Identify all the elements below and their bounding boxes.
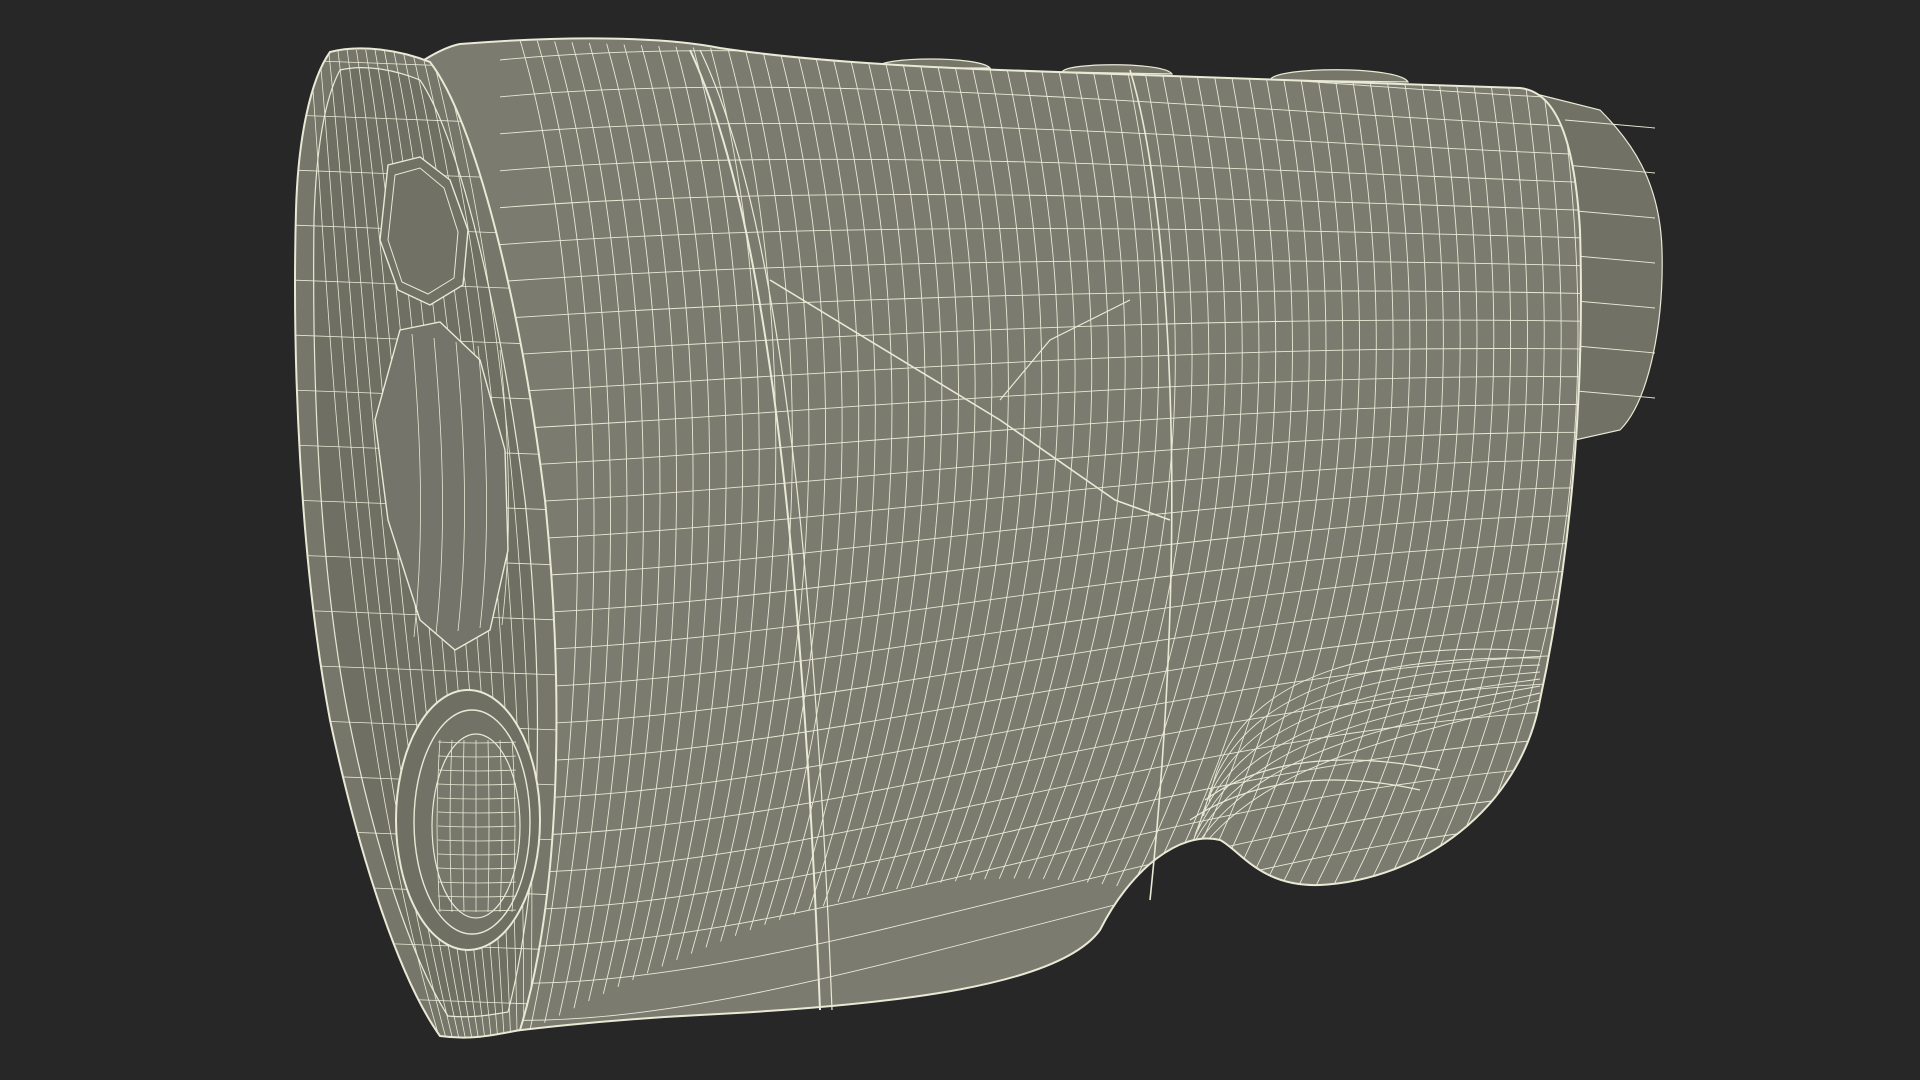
- wireframe-scene: [290, 37, 1663, 1060]
- mesh-edge: [290, 1050, 560, 1060]
- render-viewport: [0, 0, 1920, 1080]
- objective-lens: [395, 689, 541, 951]
